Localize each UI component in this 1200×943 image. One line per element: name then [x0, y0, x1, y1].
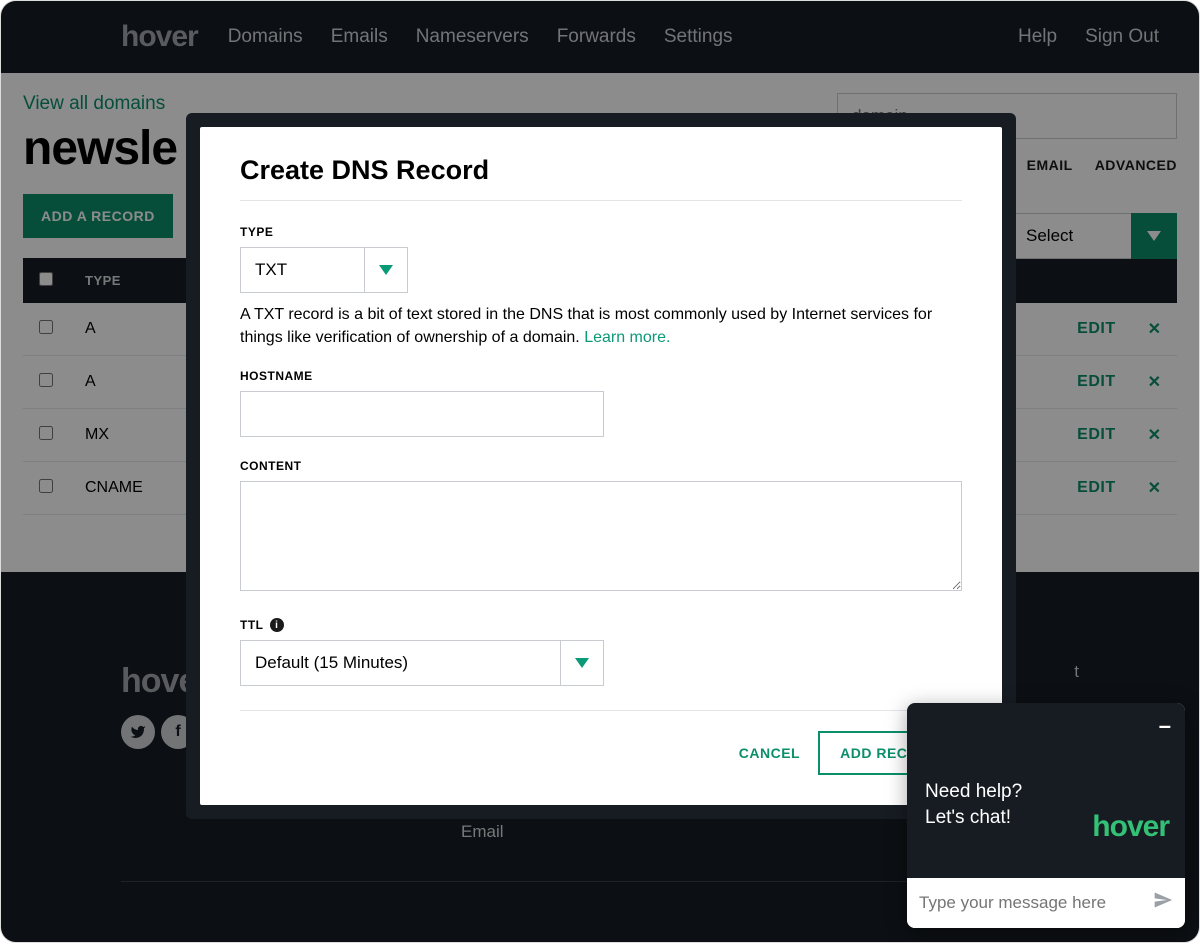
- chat-logo: hover: [1092, 810, 1169, 844]
- type-description: A TXT record is a bit of text stored in …: [240, 303, 962, 349]
- chat-widget: – Need help?Let's chat! hover: [907, 703, 1185, 928]
- content-textarea[interactable]: [240, 481, 962, 591]
- modal: Create DNS Record TYPE TXT A TXT record …: [186, 113, 1016, 819]
- ttl-select[interactable]: Default (15 Minutes): [240, 640, 962, 686]
- chat-input[interactable]: [919, 893, 1153, 913]
- cancel-button[interactable]: CANCEL: [735, 733, 804, 773]
- ttl-label: TTL: [240, 618, 264, 632]
- chat-header: – Need help?Let's chat! hover: [907, 703, 1185, 878]
- ttl-value: Default (15 Minutes): [240, 640, 560, 686]
- chevron-down-icon: [560, 640, 604, 686]
- hostname-label: HOSTNAME: [240, 369, 962, 383]
- type-select[interactable]: TXT: [240, 247, 962, 293]
- send-icon[interactable]: [1153, 890, 1173, 916]
- info-icon[interactable]: i: [270, 618, 284, 632]
- learn-more-link[interactable]: Learn more.: [584, 329, 670, 346]
- minimize-icon[interactable]: –: [1159, 713, 1171, 739]
- type-value: TXT: [240, 247, 364, 293]
- content-label: CONTENT: [240, 459, 962, 473]
- modal-title: Create DNS Record: [240, 155, 962, 186]
- chat-greeting: Need help?Let's chat!: [925, 779, 1055, 830]
- chevron-down-icon: [364, 247, 408, 293]
- type-label: TYPE: [240, 225, 962, 239]
- hostname-input[interactable]: [240, 391, 604, 437]
